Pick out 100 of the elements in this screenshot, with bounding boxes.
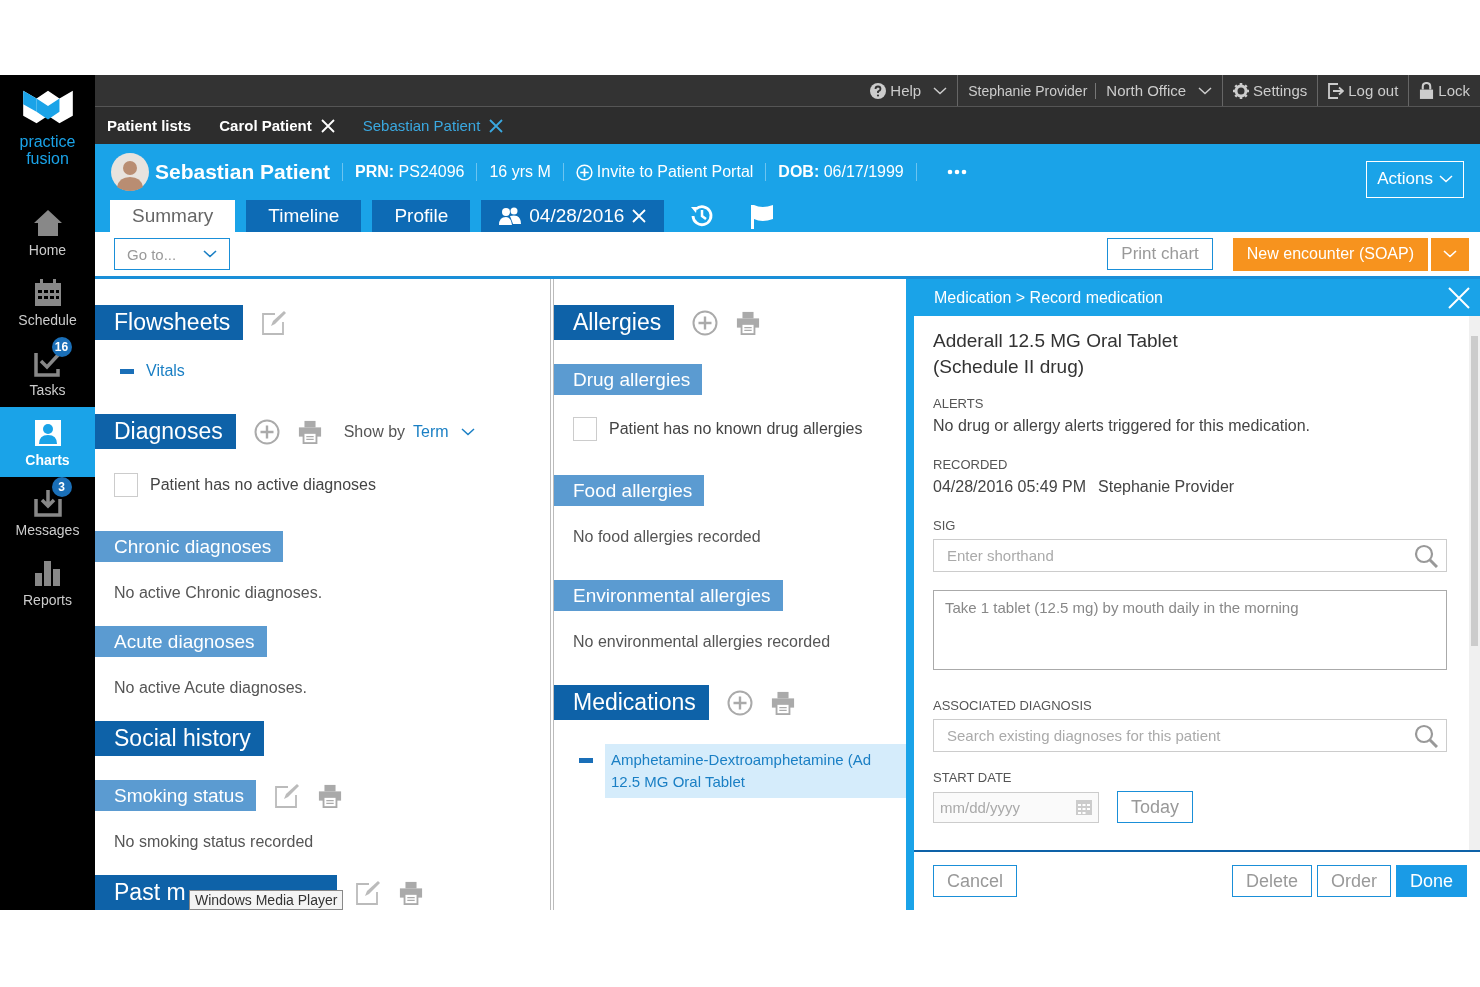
chart-tab[interactable]: Timeline xyxy=(246,200,362,232)
field-label: ASSOCIATED DIAGNOSIS xyxy=(933,698,1093,713)
patient-tab[interactable]: Patient lists xyxy=(107,117,192,134)
edit-icon[interactable] xyxy=(355,879,381,906)
add-icon[interactable] xyxy=(253,418,280,445)
section-heading: Chronic diagnoses xyxy=(95,531,284,562)
prn-number: PRN: PS24096 xyxy=(355,163,465,181)
empty-message: No active Chronic diagnoses. xyxy=(114,584,324,602)
section-heading: Diagnoses xyxy=(95,414,236,449)
help-menu[interactable]: Help xyxy=(860,82,958,99)
settings-link[interactable]: Settings xyxy=(1223,82,1318,99)
logout-icon xyxy=(1328,82,1345,99)
collapse-icon[interactable] xyxy=(120,368,134,374)
settings-icon xyxy=(1233,82,1250,99)
chevron-down-icon xyxy=(460,427,475,436)
patient-name: Sebastian Patient xyxy=(155,160,331,184)
shorthand-field[interactable]: Enter shorthand xyxy=(933,539,1447,572)
chevron-down-icon xyxy=(203,250,217,258)
field-label: ALERTS xyxy=(933,396,985,411)
edit-icon[interactable] xyxy=(273,782,300,809)
close-icon[interactable] xyxy=(1448,286,1470,309)
footer-button[interactable]: Done xyxy=(1395,865,1467,897)
scrollbar[interactable] xyxy=(1469,316,1480,850)
medication-title: Adderall 12.5 MG Oral Tablet (Schedule II drug) xyxy=(933,329,1179,379)
empty-message: No active Acute diagnoses. xyxy=(114,679,308,697)
lock-icon xyxy=(1419,82,1435,99)
nav-item[interactable]: 3 Messages xyxy=(0,477,95,547)
chevron-down-icon xyxy=(933,86,948,95)
tooltip: Windows Media Player xyxy=(189,890,344,910)
help-icon xyxy=(870,82,887,99)
dropdown-button[interactable] xyxy=(1429,237,1469,271)
more-icon[interactable] xyxy=(946,169,967,175)
empty-message: No environmental allergies recorded xyxy=(573,633,832,651)
alerts-text: No drug or allergy alerts triggered for this medication. xyxy=(933,417,1312,435)
count-badge: 16 xyxy=(51,336,72,357)
panel-breadcrumb: Medication > Record medication xyxy=(934,288,1163,307)
office-menu[interactable]: North Office xyxy=(1096,82,1223,99)
chevron-down-icon xyxy=(1443,250,1457,258)
close-icon xyxy=(632,209,647,223)
bar-chart-icon xyxy=(33,558,62,587)
add-icon[interactable] xyxy=(692,309,719,336)
patient-tab[interactable]: Sebastian Patient xyxy=(362,117,504,134)
flag-icon[interactable] xyxy=(750,203,775,229)
chart-tab[interactable]: Profile xyxy=(372,200,471,232)
nav-item[interactable]: Schedule xyxy=(0,267,95,337)
term-dropdown[interactable]: Term xyxy=(413,422,475,441)
date-field[interactable]: mm/dd/yyyy xyxy=(933,791,1099,823)
chevron-down-icon xyxy=(1198,86,1213,95)
avatar xyxy=(111,153,149,191)
people-icon xyxy=(499,207,522,225)
field-label: START DATE xyxy=(933,770,1013,785)
nav-item[interactable]: Charts xyxy=(0,407,95,477)
print-icon[interactable] xyxy=(770,690,795,715)
checkbox-label: Patient has no active diagnoses xyxy=(150,476,376,494)
section-heading: Smoking status xyxy=(95,780,256,811)
footer-button[interactable]: Order xyxy=(1316,865,1391,897)
diagnosis-search-field[interactable]: Search existing diagnoses for this patient xyxy=(933,719,1447,752)
chevron-down-icon xyxy=(1439,175,1453,183)
instructions-field[interactable]: Take 1 tablet (12.5 mg) by mouth daily in the morning xyxy=(933,590,1447,670)
print-icon[interactable] xyxy=(317,783,342,808)
calendar-icon xyxy=(33,278,62,307)
add-icon[interactable] xyxy=(726,689,753,716)
person-icon xyxy=(33,418,62,447)
checkbox[interactable] xyxy=(573,417,597,441)
logo-text: practice fusion xyxy=(19,133,76,167)
chart-tab[interactable]: 04/28/2016 xyxy=(481,200,665,232)
section-heading: Flowsheets xyxy=(95,305,244,340)
medication-item[interactable]: Amphetamine-Dextroamphetamine (Ad 12.5 MG Oral Tablet xyxy=(605,744,906,798)
nav-item[interactable]: 16 Tasks xyxy=(0,337,95,407)
print-icon[interactable] xyxy=(297,419,322,444)
nav-item[interactable]: Reports xyxy=(0,547,95,617)
empty-message: No smoking status recorded xyxy=(114,833,315,851)
chart-tab[interactable]: Summary xyxy=(110,200,236,232)
plus-circle-icon xyxy=(575,163,593,181)
footer-button[interactable]: Delete xyxy=(1231,865,1312,897)
vitals-link[interactable]: Vitals xyxy=(146,362,185,380)
section-heading: Drug allergies xyxy=(554,364,703,395)
checkbox[interactable] xyxy=(114,473,138,497)
print-icon[interactable] xyxy=(399,880,423,905)
search-icon xyxy=(1414,724,1438,748)
section-heading: Food allergies xyxy=(554,475,705,506)
section-heading: Medications xyxy=(554,685,709,720)
goto-dropdown[interactable]: Go to... xyxy=(114,238,230,270)
edit-icon[interactable] xyxy=(261,309,288,336)
today-button[interactable]: Today xyxy=(1117,791,1194,823)
actions-button[interactable]: Actions xyxy=(1366,160,1464,198)
provider-name: Stephanie Provider xyxy=(967,82,1088,99)
section-heading: Acute diagnoses xyxy=(95,626,267,657)
logout-link[interactable]: Log out xyxy=(1318,82,1409,99)
footer-button[interactable]: Cancel xyxy=(933,865,1018,897)
section-heading: Social history xyxy=(95,721,264,756)
nav-item[interactable]: Home xyxy=(0,197,95,267)
print-icon[interactable] xyxy=(736,310,761,335)
age-sex: 16 yrs M xyxy=(489,163,551,181)
lock-link[interactable]: Lock xyxy=(1409,82,1480,99)
print-chart-button[interactable]: Print chart xyxy=(1107,238,1213,270)
recorded-time: 04/28/2016 05:49 PM xyxy=(933,478,1086,496)
patient-tab[interactable]: Carol Patient xyxy=(219,117,335,134)
section-heading: Environmental allergies xyxy=(554,580,783,611)
invite-link[interactable]: Invite to Patient Portal xyxy=(575,163,754,181)
